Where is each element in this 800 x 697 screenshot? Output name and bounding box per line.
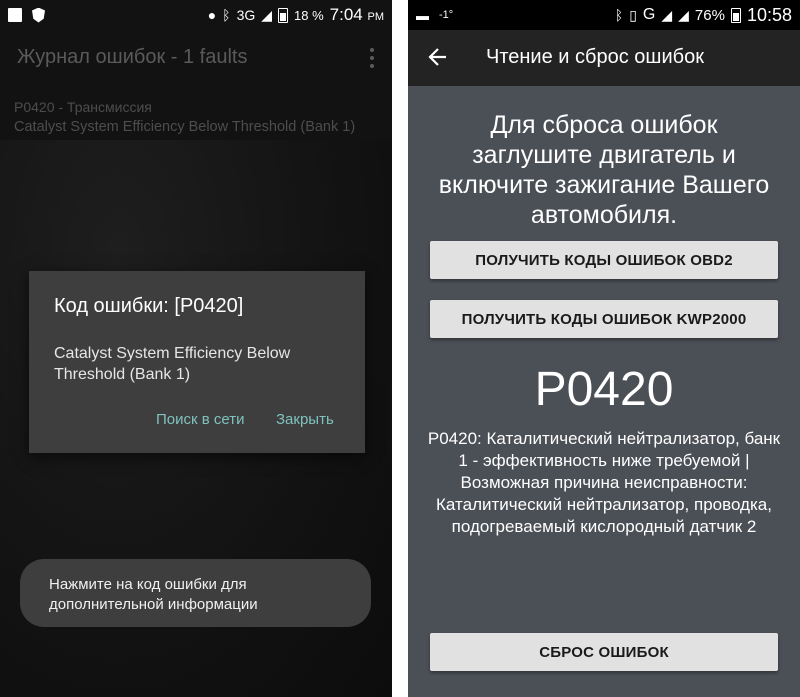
network-type: 3G [236, 7, 256, 23]
clock: 7:04 PM [330, 5, 384, 25]
car-icon: ▬ [416, 7, 429, 23]
toast: Нажмите на код ошибки для дополнительной… [20, 559, 371, 627]
status-bar: ▬ -1° ᛒ ▯ G ◢ ◢ 76% 10:58 [408, 0, 800, 30]
back-arrow-icon[interactable] [428, 46, 448, 68]
instruction-text: Для сброса ошибок заглушите двигатель и … [438, 111, 770, 229]
page-title: Журнал ошибок - 1 faults [17, 46, 248, 68]
clock-ampm: PM [367, 11, 385, 23]
fault-dialog: Код ошибки: [P0420] Catalyst System Effi… [29, 271, 365, 453]
overflow-menu-icon[interactable] [370, 48, 374, 72]
temperature: -1° [439, 9, 454, 21]
location-icon: ● [207, 7, 217, 23]
clock-time: 7:04 [329, 5, 363, 24]
fault-code: P0420 [534, 363, 674, 416]
signal-icon: ◢ [261, 6, 273, 23]
close-button[interactable]: Закрыть [276, 411, 334, 428]
left-screenshot: ● ᛒ 3G ◢ 18 % 7:04 PM Журнал ошибок - 1 … [0, 0, 392, 697]
notification-icon [8, 8, 22, 22]
battery-percent: 18 % [294, 7, 324, 23]
toast-message: Нажмите на код ошибки для дополнительной… [49, 576, 258, 613]
signal-icon-2: ◢ [678, 6, 689, 23]
fault-code-line[interactable]: P0420 - Трансмиссия [14, 99, 152, 115]
bluetooth-icon: ᛒ [222, 7, 231, 23]
signal-icon: ◢ [661, 6, 673, 23]
reset-faults-button[interactable]: СБРОС ОШИБОК [430, 633, 778, 671]
right-screenshot: ▬ -1° ᛒ ▯ G ◢ ◢ 76% 10:58 Чтение и сброс… [408, 0, 800, 697]
bluetooth-icon: ᛒ [614, 7, 624, 23]
battery-icon [278, 7, 289, 23]
shield-icon [32, 7, 45, 23]
dialog-message: Catalyst System Efficiency Below Thresho… [54, 345, 291, 383]
battery-icon [730, 7, 741, 23]
network-type: G [642, 6, 656, 23]
page-title: Чтение и сброс ошибок [486, 46, 704, 68]
fault-description: P0420: Каталитический нейтрализатор, бан… [427, 429, 781, 536]
dialog-title: Код ошибки: [P0420] [54, 295, 244, 317]
battery-percent: 76% [694, 6, 725, 24]
status-bar: ● ᛒ 3G ◢ 18 % 7:04 PM [0, 0, 392, 30]
clock-time: 10:58 [746, 4, 792, 25]
get-kwp2000-codes-button[interactable]: ПОЛУЧИТЬ КОДЫ ОШИБОК KWP2000 [430, 300, 778, 338]
search-web-button[interactable]: Поиск в сети [156, 411, 244, 428]
vibrate-icon: ▯ [629, 6, 637, 23]
fault-desc-line[interactable]: Catalyst System Efficiency Below Thresho… [14, 119, 355, 135]
get-obd2-codes-button[interactable]: ПОЛУЧИТЬ КОДЫ ОШИБОК OBD2 [430, 241, 778, 279]
